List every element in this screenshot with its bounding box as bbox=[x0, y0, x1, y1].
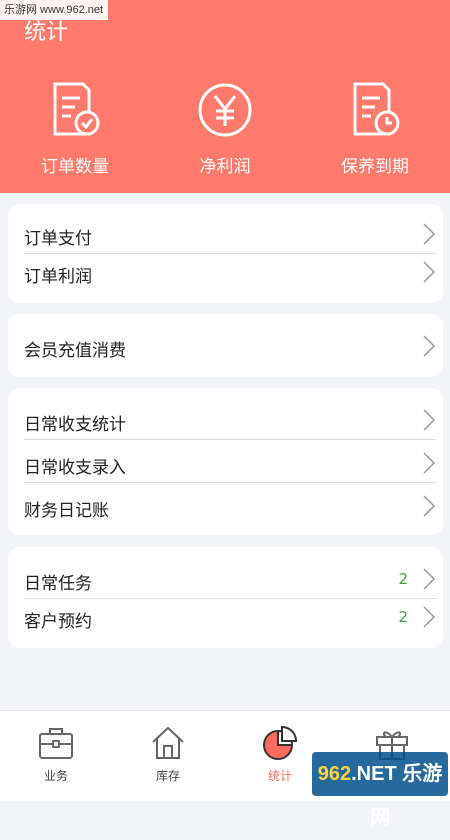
quick-order-count-label: 订单数量 bbox=[41, 157, 109, 177]
row-finance-journal[interactable]: 财务日记账 bbox=[24, 488, 436, 525]
briefcase-icon bbox=[39, 728, 73, 759]
watermark-bottom-number: 962 bbox=[317, 763, 352, 785]
row-daily-stats[interactable]: 日常收支统计 bbox=[24, 402, 436, 440]
chevron-right-icon bbox=[423, 568, 436, 590]
card-order-group: 订单支付 订单利润 bbox=[8, 204, 443, 303]
row-label: 日常收支录入 bbox=[24, 458, 126, 478]
chevron-right-icon bbox=[423, 261, 436, 283]
document-clock-icon bbox=[353, 82, 400, 136]
row-label: 会员充值消费 bbox=[24, 341, 126, 361]
row-label: 客户预约 bbox=[24, 612, 92, 632]
chevron-right-icon bbox=[423, 223, 436, 245]
row-label: 日常任务 bbox=[24, 574, 92, 594]
chevron-right-icon bbox=[423, 452, 436, 474]
tab-inventory[interactable]: 库存 bbox=[112, 711, 224, 801]
row-daily-entry[interactable]: 日常收支录入 bbox=[24, 445, 436, 483]
row-order-profit[interactable]: 订单利润 bbox=[24, 254, 436, 291]
card-finance-group: 日常收支统计 日常收支录入 财务日记账 bbox=[8, 388, 443, 535]
tab-label: 库存 bbox=[155, 769, 180, 783]
yen-circle-icon bbox=[198, 83, 252, 137]
house-icon bbox=[152, 726, 184, 759]
card-member-group: 会员充值消费 bbox=[8, 314, 443, 377]
chevron-right-icon bbox=[423, 606, 436, 628]
quick-maintenance-due[interactable]: 保养到期 bbox=[300, 80, 450, 190]
header-banner: 统计 订单数量 净利润 保养到期 bbox=[0, 0, 450, 193]
count-badge: 2 bbox=[398, 608, 408, 626]
quick-maintenance-due-label: 保养到期 bbox=[341, 157, 409, 177]
tab-business[interactable]: 业务 bbox=[0, 711, 112, 801]
row-label: 财务日记账 bbox=[24, 501, 109, 521]
chevron-right-icon bbox=[423, 409, 436, 431]
quick-net-profit[interactable]: 净利润 bbox=[150, 80, 300, 190]
row-label: 日常收支统计 bbox=[24, 415, 126, 435]
count-badge: 2 bbox=[398, 570, 408, 588]
watermark-top: 乐游网 www.962.net bbox=[0, 0, 108, 20]
quick-net-profit-label: 净利润 bbox=[199, 157, 251, 177]
row-customer-appointments[interactable]: 客户预约 2 bbox=[24, 599, 436, 636]
watermark-bottom: 962.NET 乐游网 bbox=[312, 752, 448, 829]
row-daily-tasks[interactable]: 日常任务 2 bbox=[24, 561, 436, 599]
row-label: 订单支付 bbox=[24, 229, 92, 249]
card-task-group: 日常任务 2 客户预约 2 bbox=[8, 547, 443, 648]
quick-order-count[interactable]: 订单数量 bbox=[0, 80, 150, 190]
order-check-icon bbox=[53, 82, 100, 136]
row-order-payment[interactable]: 订单支付 bbox=[24, 216, 436, 254]
row-member-recharge[interactable]: 会员充值消费 bbox=[24, 328, 436, 365]
row-label: 订单利润 bbox=[24, 267, 92, 287]
tab-label: 业务 bbox=[43, 769, 68, 783]
chevron-right-icon bbox=[423, 335, 436, 357]
pie-chart-icon bbox=[263, 725, 298, 760]
chevron-right-icon bbox=[423, 495, 436, 517]
